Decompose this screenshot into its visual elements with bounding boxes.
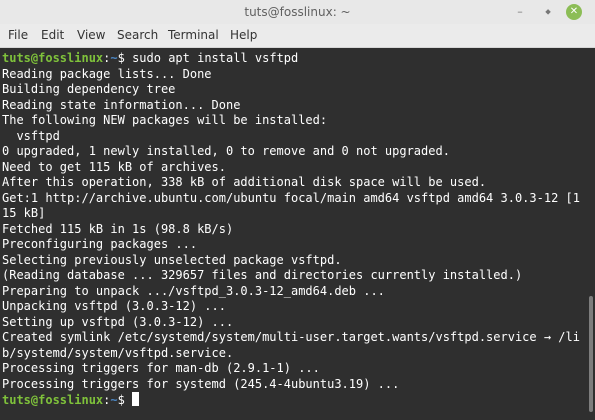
prompt-user: tuts@fosslinux [2,393,104,407]
window-title: tuts@fosslinux: ~ [244,5,351,19]
menu-file[interactable]: File [8,24,28,47]
output-line: The following NEW packages will be insta… [2,113,328,127]
output-line: After this operation, 338 kB of addition… [2,175,487,189]
prompt-path: ~ [110,393,118,407]
menu-help[interactable]: Help [230,24,257,47]
output-line: Unpacking vsftpd (3.0.3-12) ... [2,299,226,313]
output-line: 0 upgraded, 1 newly installed, 0 to remo… [2,144,450,158]
output-line: b/systemd/system/vsftpd.service. [2,345,234,360]
output-line: Get:1 http://archive.ubuntu.com/ubuntu f… [2,190,580,205]
minimize-icon[interactable]: – [512,4,528,20]
output-line: Fetched 115 kB in 1s (98.8 kB/s) [2,221,234,236]
prompt-user: tuts@fosslinux [2,51,104,65]
output-line: Setting up vsftpd (3.0.3-12) ... [2,314,234,329]
output-line: Preparing to unpack .../vsftpd_3.0.3-12_… [2,283,385,298]
output-line: Processing triggers for systemd (245.4-4… [2,376,400,391]
menu-edit[interactable]: Edit [41,24,64,47]
output-line: 15 kB] [2,206,46,220]
output-line: Processing triggers for man-db (2.9.1-1)… [2,361,320,375]
title-bar[interactable]: tuts@fosslinux: ~ – ⬥ ✕ [0,0,595,24]
output-line: Selecting previously unselected package … [2,252,342,267]
prompt-symbol: $ [117,51,133,65]
scrollbar-thumb[interactable] [589,296,593,412]
command-text: sudo apt install vsftpd [132,51,299,65]
maximize-icon[interactable]: ⬥ [540,4,556,20]
output-line: Need to get 115 kB of archives. [2,159,226,174]
menu-bar: File Edit View Search Terminal Help [0,24,595,48]
output-line: Preconfiguring packages ... [2,237,198,251]
output-line: Building dependency tree [2,82,176,96]
menu-view[interactable]: View [77,24,105,47]
prompt-symbol: $ [117,393,133,407]
output-line: vsftpd [2,128,60,143]
terminal-output[interactable]: tuts@fosslinux:~$ sudo apt install vsftp… [0,48,587,420]
terminal-window: tuts@fosslinux: ~ – ⬥ ✕ File Edit View S… [0,0,595,420]
prompt-path: ~ [110,51,118,65]
output-line: (Reading database ... 329657 files and d… [2,268,523,282]
close-icon[interactable]: ✕ [566,4,582,20]
output-line: Reading state information... Done [2,97,241,112]
prompt-line: tuts@fosslinux:~$ [2,392,140,407]
output-line: Created symlink /etc/systemd/system/mult… [2,330,580,344]
text-cursor [132,392,140,406]
output-line: Reading package lists... Done [2,66,212,81]
vertical-scrollbar[interactable] [587,48,595,420]
command-line: tuts@fosslinux:~$ sudo apt install vsftp… [2,51,298,66]
menu-terminal[interactable]: Terminal [168,24,219,47]
menu-search[interactable]: Search [117,24,158,47]
